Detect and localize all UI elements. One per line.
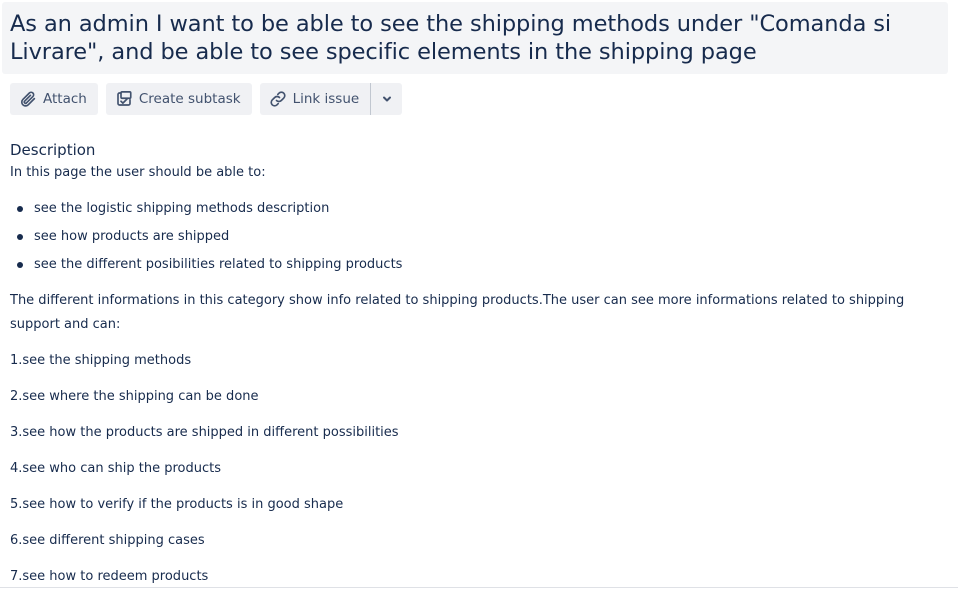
numbered-item: 6.see different shipping cases <box>10 533 205 548</box>
bullet-dot <box>17 262 23 268</box>
bullet-dot <box>17 206 23 212</box>
link-issue-group: Link issue <box>259 83 403 115</box>
link-issue-button[interactable]: Link issue <box>260 83 371 115</box>
create-subtask-label: Create subtask <box>138 91 241 107</box>
content-divider <box>0 587 958 588</box>
list-item-text: see the logistic shipping methods descri… <box>34 201 330 216</box>
description-bullet-list: see the logistic shipping methods descri… <box>10 197 402 281</box>
issue-view: As an admin I want to be able to see the… <box>0 0 958 600</box>
link-icon <box>268 89 288 109</box>
description-intro: In this page the user should be able to: <box>10 165 266 180</box>
numbered-item: 2.see where the shipping can be done <box>10 389 259 404</box>
chevron-down-icon <box>381 90 393 109</box>
issue-title[interactable]: As an admin I want to be able to see the… <box>10 10 940 66</box>
subtask-icon <box>114 89 134 109</box>
numbered-item: 1.see the shipping methods <box>10 353 192 368</box>
issue-action-toolbar: Attach Create subtask Link issue <box>10 83 403 115</box>
paperclip-icon <box>18 89 38 109</box>
list-item: see the different posibilities related t… <box>10 253 402 281</box>
list-item: see the logistic shipping methods descri… <box>10 197 402 225</box>
description-paragraph: The different informations in this categ… <box>10 293 905 332</box>
description-heading: Description <box>10 141 96 159</box>
attach-button[interactable]: Attach <box>10 83 98 115</box>
numbered-item: 4.see who can ship the products <box>10 461 221 476</box>
create-subtask-button[interactable]: Create subtask <box>105 83 252 115</box>
more-actions-dropdown[interactable] <box>371 83 402 115</box>
list-item-text: see the different posibilities related t… <box>34 257 403 272</box>
bullet-dot <box>17 234 23 240</box>
numbered-item: 5.see how to verify if the products is i… <box>10 497 344 512</box>
link-issue-label: Link issue <box>292 91 360 107</box>
numbered-item: 7.see how to redeem products <box>10 569 209 584</box>
numbered-item: 3.see how the products are shipped in di… <box>10 425 399 440</box>
issue-title-container[interactable]: As an admin I want to be able to see the… <box>2 2 948 74</box>
attach-label: Attach <box>43 91 87 107</box>
list-item-text: see how products are shipped <box>34 229 230 244</box>
list-item: see how products are shipped <box>10 225 402 253</box>
